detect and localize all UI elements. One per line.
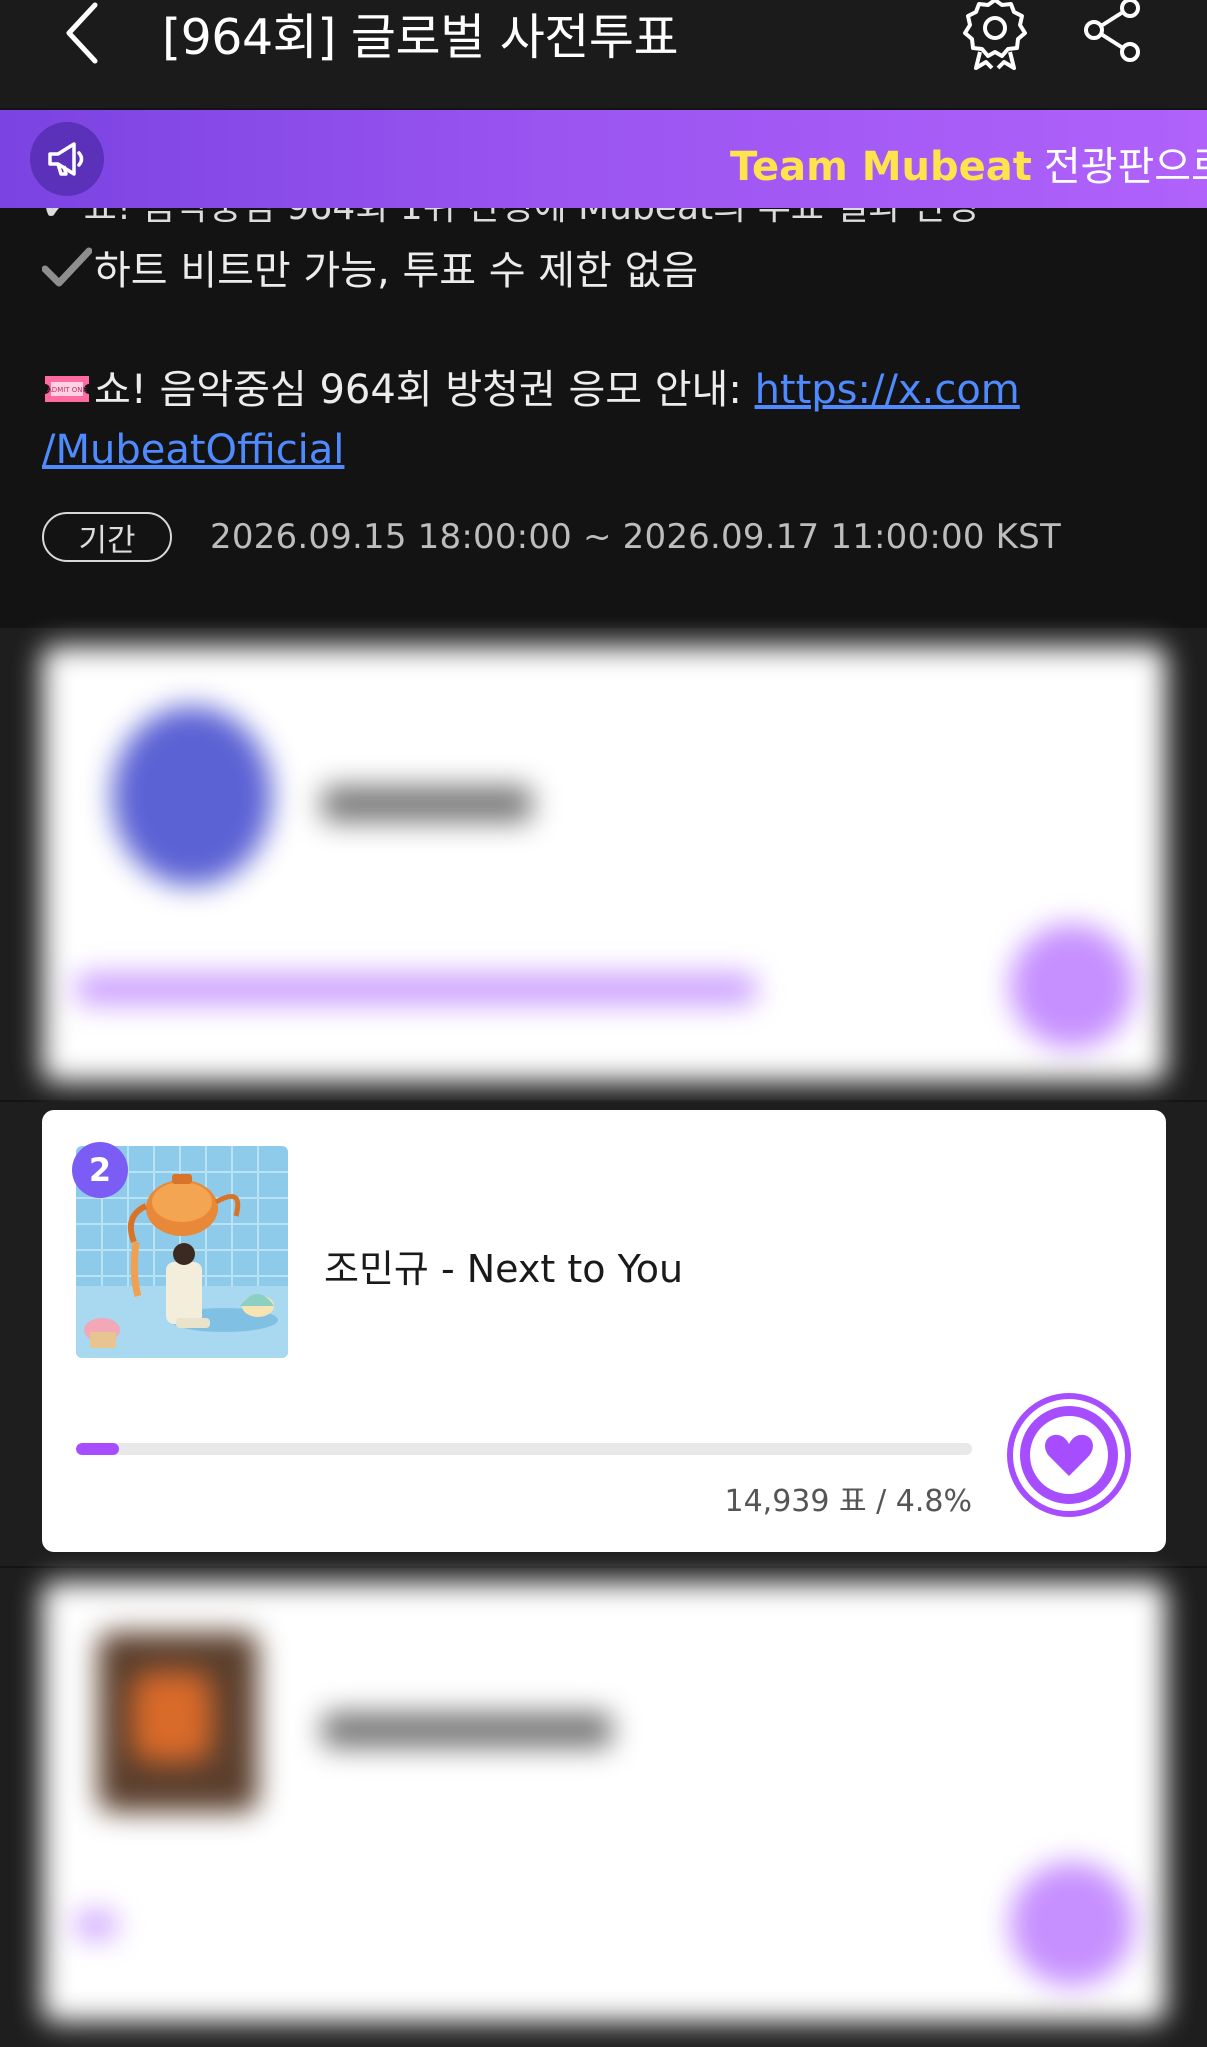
blurred-title xyxy=(322,1712,612,1748)
award-ribbon-icon xyxy=(963,0,1027,70)
notice-check-line: 하트 비트만 가능, 투표 수 제한 없음 xyxy=(42,238,698,296)
vote-card-blurred-3[interactable] xyxy=(42,1582,1166,2022)
period-badge: 기간 xyxy=(42,512,172,562)
vote-card[interactable]: 2 조민규 - Next to You 14,939 표 / 4.8% xyxy=(42,1110,1166,1552)
ticket-icon: ADMIT ONE xyxy=(45,376,89,402)
blurred-thumbnail-accent xyxy=(132,1672,212,1762)
x-link-part1[interactable]: https://x.com xyxy=(755,367,1020,413)
megaphone-button[interactable] xyxy=(30,122,104,196)
heart-vote-button[interactable] xyxy=(1006,1392,1132,1518)
vote-count: 14,939 표 / 4.8% xyxy=(724,1484,972,1519)
share-button[interactable] xyxy=(1080,0,1148,64)
blurred-heart-button xyxy=(1010,924,1134,1048)
heart-icon xyxy=(1007,1393,1131,1517)
vote-card-band-3 xyxy=(0,1568,1207,2047)
app-header: [964회] 글로벌 사전투표 xyxy=(0,0,1207,108)
vote-progress-bar xyxy=(76,1443,972,1455)
vote-card-band-1 xyxy=(0,628,1207,1100)
banner-highlight: Team Mubeat xyxy=(730,144,1032,190)
vote-card-band-2: 2 조민규 - Next to You 14,939 표 / 4.8% xyxy=(0,1102,1207,1566)
blurred-heart-button xyxy=(1010,1862,1134,1986)
rank-badge: 2 xyxy=(72,1142,128,1198)
notice-ticket-line: ADMIT ONE 쇼! 음악중심 964회 방청권 응모 안내: https:… xyxy=(42,360,1162,480)
page-title: [964회] 글로벌 사전투표 xyxy=(162,9,679,66)
blurred-progress xyxy=(76,974,756,1004)
back-button[interactable] xyxy=(58,0,108,66)
x-link-part2[interactable]: /MubeatOfficial xyxy=(42,427,344,473)
checkmark-icon xyxy=(42,247,92,287)
blurred-progress xyxy=(76,1912,116,1938)
period-row: 기간 2026.09.15 18:00:00 ~ 2026.09.17 11:0… xyxy=(42,512,1061,562)
vote-card-blurred-1[interactable] xyxy=(42,646,1166,1082)
share-icon xyxy=(1084,0,1140,62)
announcement-banner[interactable]: Team Mubeat전광판으로 xyxy=(0,110,1207,208)
svg-text:ADMIT ONE: ADMIT ONE xyxy=(47,386,87,394)
blurred-title xyxy=(322,786,532,822)
check-line-text: 하트 비트만 가능, 투표 수 제한 없음 xyxy=(94,248,699,294)
megaphone-icon xyxy=(48,142,84,176)
period-text: 2026.09.15 18:00:00 ~ 2026.09.17 11:00:0… xyxy=(210,517,1061,557)
vote-progress-fill xyxy=(76,1443,119,1455)
ticket-line-text: 쇼! 음악중심 964회 방청권 응모 안내: xyxy=(94,367,755,413)
banner-text: Team Mubeat전광판으로 xyxy=(730,134,1207,192)
award-button[interactable] xyxy=(958,0,1032,70)
banner-rest: 전광판으로 xyxy=(1043,144,1207,190)
chevron-left-icon xyxy=(66,2,98,64)
song-title: 조민규 - Next to You xyxy=(324,1247,684,1291)
blurred-thumbnail xyxy=(112,706,272,886)
